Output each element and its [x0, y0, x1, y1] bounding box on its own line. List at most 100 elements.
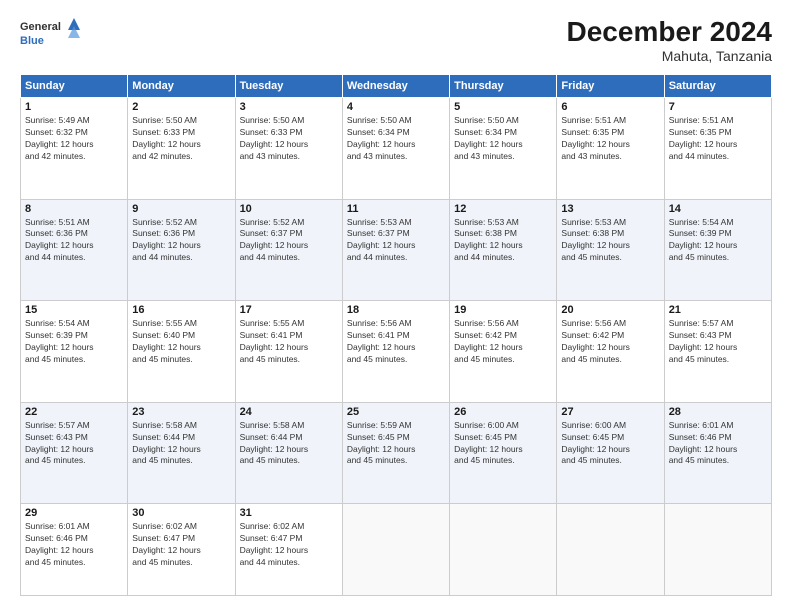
day-detail: Sunrise: 5:50 AM Sunset: 6:34 PM Dayligh… [454, 115, 552, 163]
table-cell: 18 Sunrise: 5:56 AM Sunset: 6:41 PM Dayli… [342, 301, 449, 403]
table-cell: 4 Sunrise: 5:50 AM Sunset: 6:34 PM Daylig… [342, 98, 449, 200]
day-number: 16 [132, 304, 230, 316]
day-detail: Sunrise: 5:55 AM Sunset: 6:40 PM Dayligh… [132, 318, 230, 366]
day-number: 8 [25, 203, 123, 215]
day-detail: Sunrise: 6:00 AM Sunset: 6:45 PM Dayligh… [454, 420, 552, 468]
table-cell: 8 Sunrise: 5:51 AM Sunset: 6:36 PM Daylig… [21, 199, 128, 301]
calendar-table: Sunday Monday Tuesday Wednesday Thursday… [20, 74, 772, 596]
day-detail: Sunrise: 5:58 AM Sunset: 6:44 PM Dayligh… [132, 420, 230, 468]
day-detail: Sunrise: 5:49 AM Sunset: 6:32 PM Dayligh… [25, 115, 123, 163]
header: General Blue December 2024 Mahuta, Tanza… [20, 16, 772, 64]
table-cell: 9 Sunrise: 5:52 AM Sunset: 6:36 PM Daylig… [128, 199, 235, 301]
col-monday: Monday [128, 75, 235, 98]
table-cell: 7Sunrise: 5:51 AM Sunset: 6:35 PM Daylig… [664, 98, 771, 200]
col-friday: Friday [557, 75, 664, 98]
day-number: 14 [669, 203, 767, 215]
table-cell: 19Sunrise: 5:56 AM Sunset: 6:42 PM Dayli… [450, 301, 557, 403]
day-number: 6 [561, 101, 659, 113]
day-detail: Sunrise: 5:55 AM Sunset: 6:41 PM Dayligh… [240, 318, 338, 366]
svg-text:General: General [20, 21, 61, 33]
day-number: 25 [347, 406, 445, 418]
table-cell: 25 Sunrise: 5:59 AM Sunset: 6:45 PM Dayli… [342, 402, 449, 504]
day-detail: Sunrise: 5:54 AM Sunset: 6:39 PM Dayligh… [669, 217, 767, 265]
day-detail: Sunrise: 5:50 AM Sunset: 6:33 PM Dayligh… [240, 115, 338, 163]
day-number: 10 [240, 203, 338, 215]
day-detail: Sunrise: 6:01 AM Sunset: 6:46 PM Dayligh… [25, 521, 123, 569]
table-cell: 11 Sunrise: 5:53 AM Sunset: 6:37 PM Dayli… [342, 199, 449, 301]
day-number: 12 [454, 203, 552, 215]
day-number: 5 [454, 101, 552, 113]
table-cell [342, 504, 449, 596]
col-wednesday: Wednesday [342, 75, 449, 98]
day-detail: Sunrise: 5:56 AM Sunset: 6:42 PM Dayligh… [454, 318, 552, 366]
day-number: 17 [240, 304, 338, 316]
table-cell: 2Sunrise: 5:50 AM Sunset: 6:33 PM Daylig… [128, 98, 235, 200]
table-cell [664, 504, 771, 596]
col-sunday: Sunday [21, 75, 128, 98]
table-cell: 22 Sunrise: 5:57 AM Sunset: 6:43 PM Dayli… [21, 402, 128, 504]
day-number: 3 [240, 101, 338, 113]
logo: General Blue [20, 16, 80, 52]
day-number: 26 [454, 406, 552, 418]
table-cell: 28 Sunrise: 6:01 AM Sunset: 6:46 PM Dayli… [664, 402, 771, 504]
day-number: 4 [347, 101, 445, 113]
day-detail: Sunrise: 5:54 AM Sunset: 6:39 PM Dayligh… [25, 318, 123, 366]
day-number: 2 [132, 101, 230, 113]
day-detail: Sunrise: 6:02 AM Sunset: 6:47 PM Dayligh… [240, 521, 338, 569]
table-cell: 15 Sunrise: 5:54 AM Sunset: 6:39 PM Dayli… [21, 301, 128, 403]
day-number: 18 [347, 304, 445, 316]
day-detail: Sunrise: 5:57 AM Sunset: 6:43 PM Dayligh… [25, 420, 123, 468]
day-number: 21 [669, 304, 767, 316]
day-number: 23 [132, 406, 230, 418]
day-number: 11 [347, 203, 445, 215]
day-number: 9 [132, 203, 230, 215]
header-row: Sunday Monday Tuesday Wednesday Thursday… [21, 75, 772, 98]
table-cell: 29 Sunrise: 6:01 AM Sunset: 6:46 PM Dayli… [21, 504, 128, 596]
day-detail: Sunrise: 5:52 AM Sunset: 6:37 PM Dayligh… [240, 217, 338, 265]
table-cell [450, 504, 557, 596]
day-detail: Sunrise: 6:00 AM Sunset: 6:45 PM Dayligh… [561, 420, 659, 468]
table-cell [557, 504, 664, 596]
svg-text:Blue: Blue [20, 35, 44, 47]
day-number: 20 [561, 304, 659, 316]
day-number: 15 [25, 304, 123, 316]
day-detail: Sunrise: 5:51 AM Sunset: 6:36 PM Dayligh… [25, 217, 123, 265]
title-block: December 2024 Mahuta, Tanzania [567, 16, 772, 64]
day-detail: Sunrise: 5:51 AM Sunset: 6:35 PM Dayligh… [669, 115, 767, 163]
day-detail: Sunrise: 5:58 AM Sunset: 6:44 PM Dayligh… [240, 420, 338, 468]
table-cell: 6 Sunrise: 5:51 AM Sunset: 6:35 PM Daylig… [557, 98, 664, 200]
table-cell: 12 Sunrise: 5:53 AM Sunset: 6:38 PM Dayli… [450, 199, 557, 301]
table-cell: 30Sunrise: 6:02 AM Sunset: 6:47 PM Dayli… [128, 504, 235, 596]
day-detail: Sunrise: 5:52 AM Sunset: 6:36 PM Dayligh… [132, 217, 230, 265]
table-cell: 3 Sunrise: 5:50 AM Sunset: 6:33 PM Daylig… [235, 98, 342, 200]
table-cell: 5 Sunrise: 5:50 AM Sunset: 6:34 PM Daylig… [450, 98, 557, 200]
table-cell: 23 Sunrise: 5:58 AM Sunset: 6:44 PM Dayli… [128, 402, 235, 504]
day-detail: Sunrise: 5:56 AM Sunset: 6:41 PM Dayligh… [347, 318, 445, 366]
day-detail: Sunrise: 6:01 AM Sunset: 6:46 PM Dayligh… [669, 420, 767, 468]
table-cell: 17 Sunrise: 5:55 AM Sunset: 6:41 PM Dayli… [235, 301, 342, 403]
col-thursday: Thursday [450, 75, 557, 98]
table-cell: 21 Sunrise: 5:57 AM Sunset: 6:43 PM Dayli… [664, 301, 771, 403]
day-detail: Sunrise: 5:53 AM Sunset: 6:37 PM Dayligh… [347, 217, 445, 265]
table-cell: 26 Sunrise: 6:00 AM Sunset: 6:45 PM Dayli… [450, 402, 557, 504]
day-number: 29 [25, 507, 123, 519]
logo-svg: General Blue [20, 16, 80, 52]
day-detail: Sunrise: 5:50 AM Sunset: 6:34 PM Dayligh… [347, 115, 445, 163]
col-tuesday: Tuesday [235, 75, 342, 98]
table-cell: 27 Sunrise: 6:00 AM Sunset: 6:45 PM Dayli… [557, 402, 664, 504]
day-detail: Sunrise: 5:53 AM Sunset: 6:38 PM Dayligh… [454, 217, 552, 265]
day-number: 13 [561, 203, 659, 215]
table-cell: 20Sunrise: 5:56 AM Sunset: 6:42 PM Dayli… [557, 301, 664, 403]
table-cell: 10 Sunrise: 5:52 AM Sunset: 6:37 PM Dayli… [235, 199, 342, 301]
day-number: 28 [669, 406, 767, 418]
page: General Blue December 2024 Mahuta, Tanza… [0, 0, 792, 612]
day-detail: Sunrise: 5:57 AM Sunset: 6:43 PM Dayligh… [669, 318, 767, 366]
day-detail: Sunrise: 5:51 AM Sunset: 6:35 PM Dayligh… [561, 115, 659, 163]
day-number: 27 [561, 406, 659, 418]
col-saturday: Saturday [664, 75, 771, 98]
day-detail: Sunrise: 5:59 AM Sunset: 6:45 PM Dayligh… [347, 420, 445, 468]
day-number: 31 [240, 507, 338, 519]
calendar-subtitle: Mahuta, Tanzania [567, 48, 772, 64]
calendar-title: December 2024 [567, 16, 772, 48]
day-number: 22 [25, 406, 123, 418]
